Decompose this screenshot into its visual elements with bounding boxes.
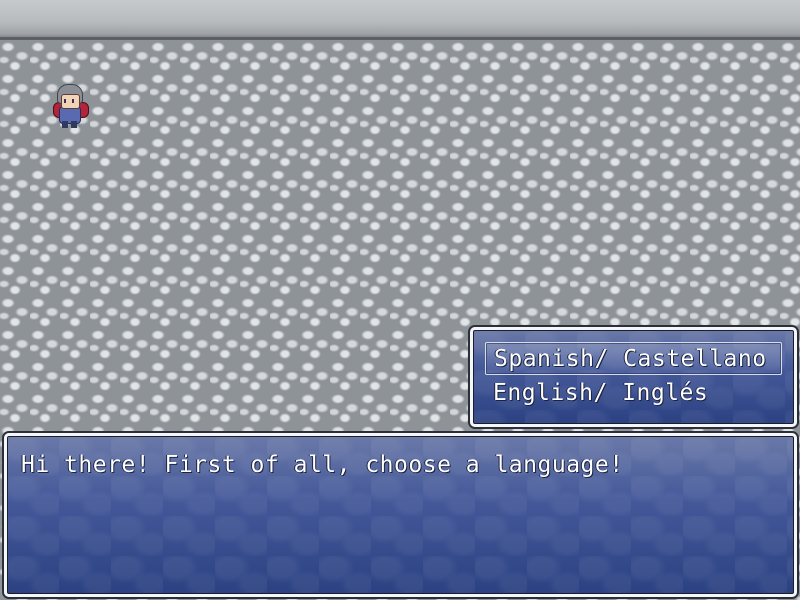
choice-english[interactable]: English/ Inglés xyxy=(485,377,782,410)
top-wall xyxy=(0,0,800,40)
sprite-leg-right xyxy=(71,121,77,128)
sprite-eye-left xyxy=(64,99,66,103)
message-text: Hi there! First of all, choose a languag… xyxy=(21,452,624,478)
message-window: Hi there! First of all, choose a languag… xyxy=(4,433,797,597)
language-choice-list: Spanish/ Castellano English/ Inglés xyxy=(485,342,782,410)
language-choice-window: Spanish/ Castellano English/ Inglés xyxy=(470,327,797,427)
sprite-eye-right xyxy=(72,99,74,103)
hero-sprite-icon xyxy=(50,82,92,132)
sprite-leg-left xyxy=(62,121,68,128)
choice-spanish[interactable]: Spanish/ Castellano xyxy=(485,342,782,375)
